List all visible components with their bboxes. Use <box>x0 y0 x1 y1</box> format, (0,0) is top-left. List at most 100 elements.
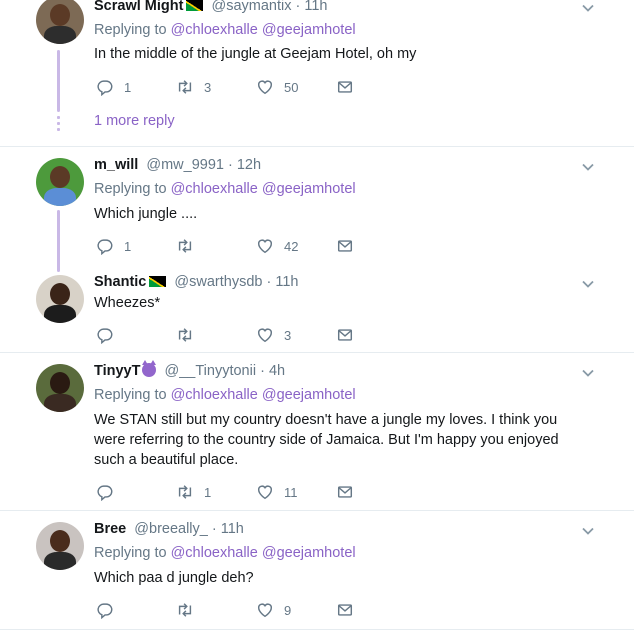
retweet-button[interactable] <box>176 236 204 256</box>
message-button[interactable] <box>336 236 354 256</box>
like-button[interactable]: 3 <box>256 325 291 345</box>
replying-to: Replying to @chloexhalle @geejamhotel <box>94 181 356 197</box>
timestamp[interactable]: · 4h <box>260 363 285 379</box>
mention-link[interactable]: @geejamhotel <box>262 181 356 197</box>
retweet-icon <box>178 485 192 499</box>
handle[interactable]: @breeally_ <box>134 521 208 537</box>
tweet-text: Wheezes* <box>94 295 161 311</box>
message-button[interactable] <box>336 325 354 345</box>
like-count: 42 <box>284 238 299 254</box>
tweet-actions: 1 3 50 <box>94 77 394 97</box>
envelope-icon <box>337 486 353 498</box>
tweet-actions: 9 <box>94 600 394 620</box>
message-button[interactable] <box>336 77 354 97</box>
chevron-down-icon[interactable] <box>580 276 596 292</box>
tweet-header: m_will @mw_9991 · 12h <box>94 157 261 173</box>
timestamp[interactable]: · 11h <box>296 0 328 14</box>
chevron-down-icon[interactable] <box>580 365 596 381</box>
handle[interactable]: @__Tinyytonii <box>165 363 257 379</box>
tweet-header: Shantic @swarthysdb · 11h <box>94 274 298 290</box>
tweet-actions: 1 42 <box>94 236 394 256</box>
tweet-text: In the middle of the jungle at Geejam Ho… <box>94 46 417 62</box>
divider <box>0 629 634 630</box>
retweet-count: 3 <box>204 79 212 95</box>
retweet-button[interactable] <box>176 325 204 345</box>
display-name[interactable]: Shantic <box>94 274 146 290</box>
tweet-actions: 3 <box>94 325 394 345</box>
replying-to: Replying to @chloexhalle @geejamhotel <box>94 22 356 38</box>
like-button[interactable]: 11 <box>256 482 298 502</box>
envelope-icon <box>337 329 353 341</box>
avatar[interactable] <box>36 364 84 412</box>
retweet-button[interactable]: 1 <box>176 482 211 502</box>
heart-icon <box>257 603 273 618</box>
avatar[interactable] <box>36 522 84 570</box>
reply-count: 1 <box>124 79 132 95</box>
like-button[interactable]: 42 <box>256 236 298 256</box>
reply-icon <box>97 239 113 255</box>
chevron-down-icon[interactable] <box>580 159 596 175</box>
reply-button[interactable]: 1 <box>96 77 131 97</box>
reply-button[interactable]: 1 <box>96 236 131 256</box>
reply-button[interactable] <box>96 600 124 620</box>
mention-link[interactable]: @chloexhalle <box>171 387 258 403</box>
chevron-down-icon[interactable] <box>580 523 596 539</box>
tweet-header: TinyyT @__Tinyytonii · 4h <box>94 360 285 379</box>
handle[interactable]: @saymantix <box>211 0 291 14</box>
like-count: 50 <box>284 79 299 95</box>
like-count: 11 <box>284 484 298 500</box>
mention-link[interactable]: @chloexhalle <box>171 545 258 561</box>
chevron-down-icon[interactable] <box>580 0 596 16</box>
retweet-icon <box>178 80 192 94</box>
more-replies-link[interactable]: 1 more reply <box>94 113 175 129</box>
reply-button[interactable] <box>96 325 124 345</box>
timestamp[interactable]: · 11h <box>267 274 299 290</box>
retweet-icon <box>178 603 192 617</box>
avatar[interactable] <box>36 158 84 206</box>
retweet-icon <box>178 328 192 342</box>
like-button[interactable]: 50 <box>256 77 298 97</box>
avatar[interactable] <box>36 275 84 323</box>
avatar[interactable] <box>36 0 84 44</box>
retweet-icon <box>178 239 192 253</box>
devil-emoji-icon <box>142 360 157 377</box>
display-name[interactable]: Scrawl Might <box>94 0 183 14</box>
jamaica-flag-icon <box>149 276 167 287</box>
display-name[interactable]: Bree <box>94 521 126 537</box>
display-name[interactable]: m_will <box>94 157 138 173</box>
tweet[interactable]: TinyyT @__Tinyytonii · 4h Replying to @c… <box>0 353 634 510</box>
mention-link[interactable]: @chloexhalle <box>171 22 258 38</box>
thread-line <box>57 50 60 112</box>
tweet-header: Scrawl Might @saymantix · 11h <box>94 0 327 14</box>
reply-count: 1 <box>124 238 132 254</box>
mention-link[interactable]: @geejamhotel <box>262 545 356 561</box>
tweet[interactable]: m_will @mw_9991 · 12h Replying to @chloe… <box>0 147 634 264</box>
thread-line <box>57 210 60 272</box>
retweet-button[interactable] <box>176 600 204 620</box>
heart-icon <box>257 239 273 254</box>
tweet-text: Which jungle .... <box>94 206 198 222</box>
mention-link[interactable]: @chloexhalle <box>171 181 258 197</box>
envelope-icon <box>337 604 353 616</box>
retweet-button[interactable]: 3 <box>176 77 211 97</box>
reply-button[interactable] <box>96 482 124 502</box>
handle[interactable]: @swarthysdb <box>174 274 262 290</box>
like-button[interactable]: 9 <box>256 600 291 620</box>
tweet-text: We STAN still but my country doesn't hav… <box>94 412 559 468</box>
tweet[interactable]: Bree @breeally_ · 11h Replying to @chloe… <box>0 511 634 627</box>
timestamp[interactable]: · 12h <box>228 157 261 173</box>
mention-link[interactable]: @geejamhotel <box>262 387 356 403</box>
message-button[interactable] <box>336 600 354 620</box>
message-button[interactable] <box>336 482 354 502</box>
reply-icon <box>97 485 113 501</box>
heart-icon <box>257 80 273 95</box>
mention-link[interactable]: @geejamhotel <box>262 22 356 38</box>
tweet[interactable]: Shantic @swarthysdb · 11h Wheezes* 3 <box>0 264 634 352</box>
display-name[interactable]: TinyyT <box>94 363 140 379</box>
timestamp[interactable]: · 11h <box>212 521 244 537</box>
handle[interactable]: @mw_9991 <box>146 157 224 173</box>
retweet-count: 1 <box>204 484 212 500</box>
replying-to: Replying to @chloexhalle @geejamhotel <box>94 545 356 561</box>
heart-icon <box>257 485 273 500</box>
envelope-icon <box>337 81 353 93</box>
